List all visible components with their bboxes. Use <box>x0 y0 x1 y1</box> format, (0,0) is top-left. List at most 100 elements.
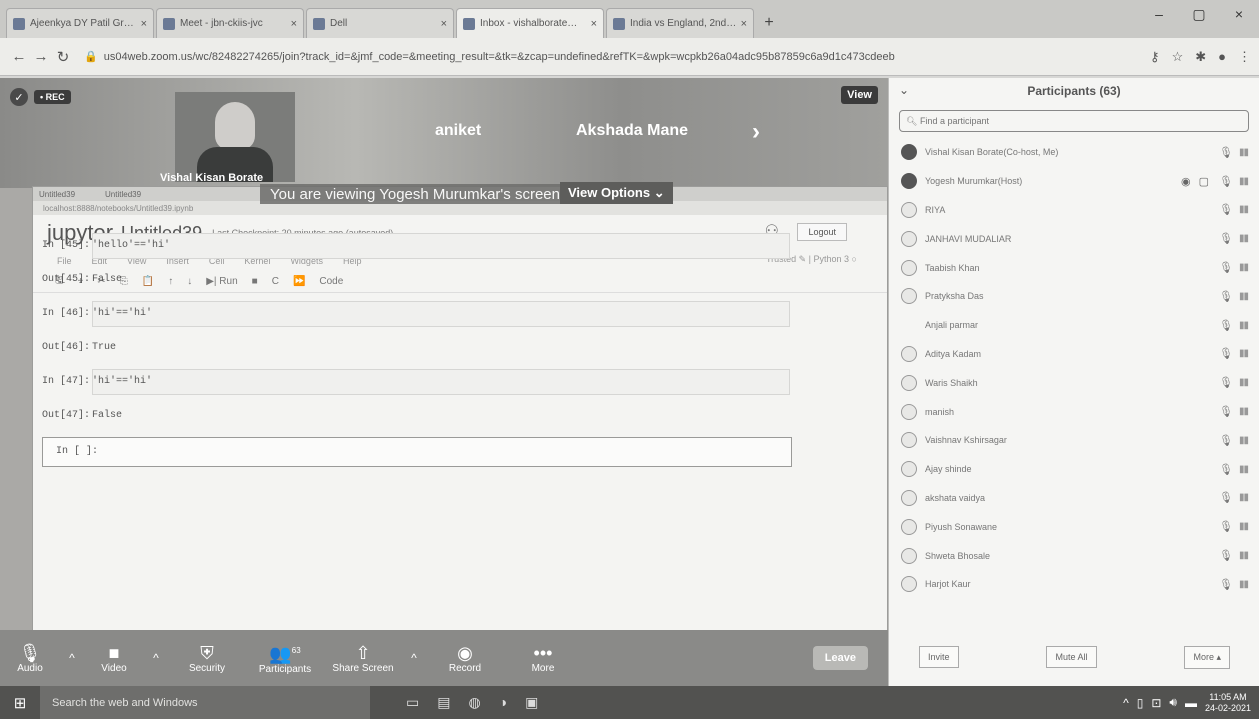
close-icon[interactable]: × <box>291 18 297 30</box>
app-icon[interactable]: ▣ <box>525 694 538 711</box>
browser-tab[interactable]: India vs England, 2nd Test - Live × <box>606 8 754 38</box>
avatar <box>901 230 917 247</box>
chevron-up-icon[interactable]: ^ <box>402 651 426 665</box>
chat-icon: ▢ <box>1198 175 1210 188</box>
chrome-icon[interactable]: ◍ <box>468 694 480 711</box>
close-icon[interactable]: × <box>741 18 747 30</box>
close-window-button[interactable]: × <box>1219 0 1259 28</box>
battery-icon[interactable]: ▯ <box>1137 696 1144 710</box>
url-text: us04web.zoom.us/wc/82482274265/join?trac… <box>103 50 895 63</box>
record-button[interactable]: ◉ Record <box>426 643 504 674</box>
shared-tab: Untitled39 <box>39 189 76 199</box>
browser-tab[interactable]: Meet - jbn-ckiis-jvc × <box>156 8 304 38</box>
cell-prompt: In [ ]: <box>56 446 99 457</box>
browser-tab-bar: Ajeenkya DY Patil Group × Meet - jbn-ckii… <box>0 0 1259 38</box>
share-screen-button[interactable]: ⇧ Share Screen <box>324 643 402 674</box>
panel-title: Participants (63) <box>1027 84 1121 98</box>
tab-label: India vs England, 2nd Test - Live <box>630 18 737 29</box>
video-off-icon: ▮▮ <box>1238 550 1249 562</box>
key-icon[interactable]: ⚷ <box>1150 49 1160 65</box>
mute-all-button[interactable]: Mute All <box>1046 646 1097 668</box>
notification-icon[interactable]: ▬ <box>1185 696 1197 710</box>
maximize-button[interactable]: ▢ <box>1179 0 1219 28</box>
star-icon[interactable]: ☆ <box>1172 49 1184 65</box>
participant-row[interactable]: Waris Shaikh 🎙︎ ▮▮ <box>889 368 1259 397</box>
clock[interactable]: 11:05 AM 24-02-2021 <box>1205 692 1251 714</box>
participant-row[interactable]: Aditya Kadam 🎙︎ ▮▮ <box>889 340 1259 369</box>
minimize-button[interactable]: – <box>1139 0 1179 28</box>
participants-panel: ⌄ Participants (63) 🔍︎ Vishal Kisan Bora… <box>888 78 1259 686</box>
participants-count: 63 <box>291 646 301 655</box>
extension-icon[interactable]: ✱ <box>1195 49 1206 65</box>
browser-tab[interactable]: Dell × <box>306 8 454 38</box>
security-button[interactable]: ⛨ Security <box>168 643 246 674</box>
participant-row[interactable]: Piyush Sonawane 🎙︎ ▮▮ <box>889 512 1259 541</box>
participants-button[interactable]: 👥63 Participants <box>246 641 324 675</box>
file-explorer-icon[interactable]: ▤ <box>437 694 450 711</box>
participant-row[interactable]: Vishal Kisan Borate(Co-host, Me) 🎙︎ ▮▮ <box>889 138 1259 167</box>
muted-microphone-icon: 🎙︎ <box>1219 578 1233 591</box>
chevron-up-icon[interactable]: ^ <box>144 651 168 665</box>
reload-icon[interactable]: ↻ <box>52 48 74 66</box>
participant-search-input[interactable] <box>919 116 1248 126</box>
avatar <box>901 374 917 391</box>
participant-name: Vishal Kisan Borate(Co-host, Me) <box>925 147 1059 158</box>
panel-footer: Invite Mute All More ▴ <box>889 634 1259 680</box>
notebook-cell: In [47]:'hi'=='hi' <box>12 366 824 400</box>
video-off-icon: ▮▮ <box>1238 262 1249 274</box>
new-tab-button[interactable]: + <box>756 8 782 38</box>
windows-taskbar: ⊞ Search the web and Windows ▭ ▤ ◍ ◑ ▣ ^… <box>0 686 1259 719</box>
video-button[interactable]: ■ Video <box>84 643 144 674</box>
chevron-right-icon[interactable]: › <box>752 118 760 146</box>
collapse-icon[interactable]: ⌄ <box>899 83 909 97</box>
close-icon[interactable]: × <box>591 18 597 30</box>
avatar <box>901 576 917 593</box>
more-options-button[interactable]: More ▴ <box>1184 645 1230 669</box>
task-view-icon[interactable]: ▭ <box>406 694 419 711</box>
chevron-up-icon[interactable]: ^ <box>1123 696 1129 710</box>
forward-icon[interactable]: → <box>30 48 52 65</box>
url-field[interactable]: 🔒 us04web.zoom.us/wc/82482274265/join?tra… <box>84 44 1140 70</box>
participant-name: Taabish Khan <box>925 262 980 273</box>
participant-name: Shweta Bhosale <box>925 550 991 561</box>
participant-row[interactable]: akshata vaidya 🎙︎ ▮▮ <box>889 484 1259 513</box>
participant-row[interactable]: Harjot Kaur 🎙︎ ▮▮ <box>889 570 1259 599</box>
windows-start-icon[interactable]: ⊞ <box>0 686 40 719</box>
view-button[interactable]: View <box>841 86 878 104</box>
app-icon[interactable]: ◑ <box>499 694 507 711</box>
close-icon[interactable]: × <box>141 18 147 30</box>
participant-row[interactable]: Anjali parmar 🎙︎ ▮▮ <box>889 311 1259 340</box>
taskbar-search[interactable]: Search the web and Windows <box>40 686 370 719</box>
participant-row[interactable]: Vaishnav Kshirsagar 🎙︎ ▮▮ <box>889 426 1259 455</box>
profile-icon[interactable]: ● <box>1218 49 1226 65</box>
network-icon[interactable]: ⊡ <box>1151 696 1161 710</box>
participant-row[interactable]: RIYA 🎙︎ ▮▮ <box>889 196 1259 225</box>
browser-tab[interactable]: Ajeenkya DY Patil Group × <box>6 8 154 38</box>
participant-row[interactable]: JANHAVI MUDALIAR 🎙︎ ▮▮ <box>889 224 1259 253</box>
close-icon[interactable]: × <box>441 18 447 30</box>
participant-row[interactable]: Taabish Khan 🎙︎ ▮▮ <box>889 253 1259 282</box>
panel-header: ⌄ Participants (63) <box>889 78 1259 104</box>
view-options-button[interactable]: View Options ⌄ <box>560 182 673 204</box>
participant-row[interactable]: Yogesh Murumkar(Host) ◉ ▢ 🎙︎ ▮▮ <box>889 167 1259 196</box>
participant-name: Pratyksha Das <box>925 291 984 302</box>
chevron-up-icon[interactable]: ^ <box>60 651 84 665</box>
more-icon: ••• <box>533 642 553 663</box>
participant-row[interactable]: manish 🎙︎ ▮▮ <box>889 397 1259 426</box>
participant-photo <box>175 92 295 182</box>
cell-input-box <box>42 437 792 467</box>
back-icon[interactable]: ← <box>8 48 30 65</box>
notebook-cells: In [45]:'hello'=='hi' Out[45]: False In [… <box>12 230 824 468</box>
audio-button[interactable]: 🎙 Audio <box>0 643 60 674</box>
participant-row[interactable]: Pratyksha Das 🎙︎ ▮▮ <box>889 282 1259 311</box>
leave-button[interactable]: Leave <box>812 646 868 670</box>
more-button[interactable]: ••• More <box>504 643 582 674</box>
volume-icon[interactable]: 🔊︎ <box>1169 695 1177 710</box>
invite-button[interactable]: Invite <box>919 646 959 668</box>
browser-tab-active[interactable]: Inbox - vishalborate@dypic.in × <box>456 8 604 38</box>
participant-row[interactable]: Shweta Bhosale 🎙︎ ▮▮ <box>889 541 1259 570</box>
participant-row[interactable]: Ajay shinde 🎙︎ ▮▮ <box>889 455 1259 484</box>
participant-name: manish <box>925 406 955 417</box>
menu-icon[interactable]: ⋮ <box>1238 49 1251 65</box>
avatar <box>901 288 917 305</box>
